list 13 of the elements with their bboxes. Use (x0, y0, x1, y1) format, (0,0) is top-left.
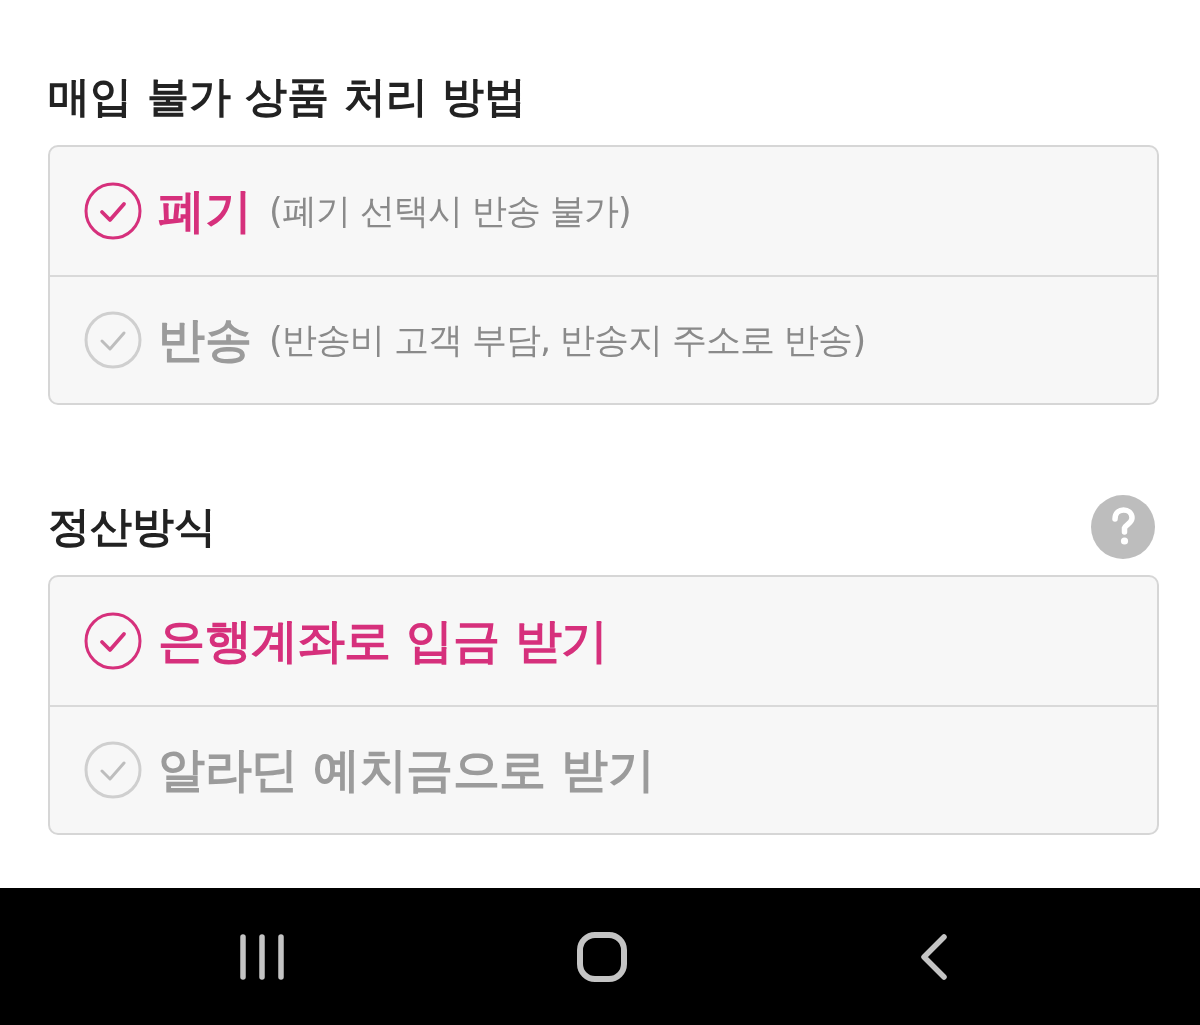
check-circle-icon[interactable] (84, 182, 142, 240)
option-note: (반송비 고객 부담, 반송지 주소로 반송) (269, 318, 866, 362)
section-title: 정산방식 (48, 501, 216, 553)
home-icon[interactable] (577, 931, 627, 982)
section-title: 매입 불가 상품 처리 방법 (48, 71, 527, 123)
option-label: 반송 (158, 311, 251, 369)
check-circle-icon[interactable] (84, 612, 142, 670)
option-label: 알라딘 예치금으로 받기 (158, 741, 655, 799)
back-icon[interactable] (920, 933, 948, 980)
recent-apps-icon[interactable] (240, 933, 284, 980)
option-label: 폐기 (158, 182, 251, 240)
option-label: 은행계좌로 입금 받기 (158, 612, 608, 670)
option-note: (폐기 선택시 반송 불가) (269, 189, 631, 233)
